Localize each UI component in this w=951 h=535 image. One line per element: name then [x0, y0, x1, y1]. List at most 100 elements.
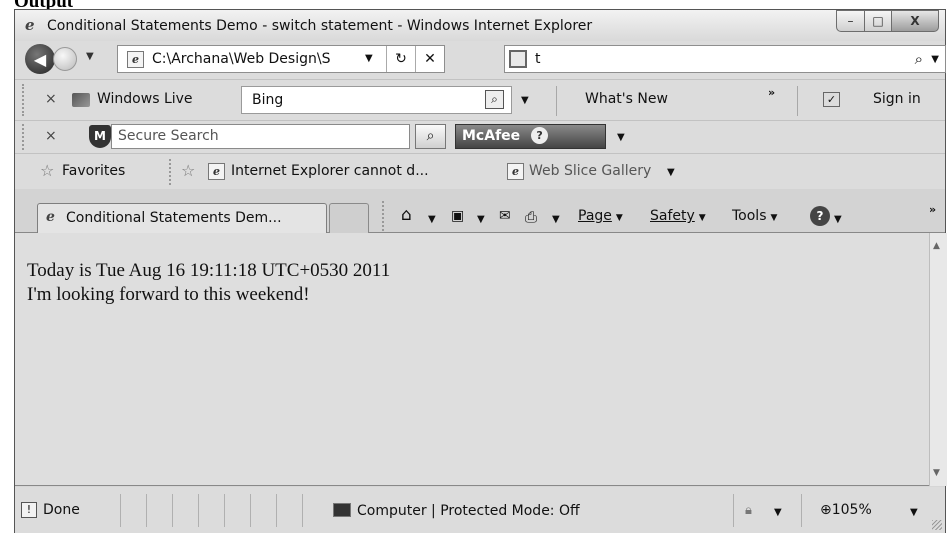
favorite-link-web-slice-gallery[interactable]: Web Slice Gallery [529, 163, 651, 179]
search-icon[interactable]: ⌕ [915, 50, 923, 68]
tools-menu-label: Tools [732, 208, 767, 224]
help-button[interactable]: ? [810, 206, 830, 226]
home-dropdown-icon[interactable]: ▼ [428, 214, 436, 225]
vertical-scrollbar[interactable]: ▲ ▼ [929, 233, 947, 486]
toolbar-separator [797, 86, 798, 116]
print-icon[interactable]: ⎙ [525, 208, 537, 226]
windows-live-toolbar: × Windows Live Bing ⌕ ▼ What's New » ✓ S… [15, 79, 945, 120]
zoom-icon: ⊕ [820, 502, 832, 518]
safety-menu[interactable]: Safety ▼ [650, 208, 706, 224]
status-divider [250, 494, 251, 527]
page-menu[interactable]: Page ▼ [578, 208, 623, 224]
windows-live-icon [72, 93, 90, 107]
date-text: Today is Tue Aug 16 19:11:18 UTC+0530 20… [27, 260, 391, 281]
scroll-up-arrow-icon[interactable]: ▲ [933, 241, 940, 251]
back-button[interactable]: ◀ [25, 44, 55, 74]
favorites-bar: ☆ Favorites ☆ e Internet Explorer cannot… [15, 153, 945, 189]
safety-menu-label: Safety [650, 208, 695, 224]
zoom-dropdown-icon[interactable]: ▼ [910, 507, 918, 518]
tools-menu-dropdown-icon: ▼ [770, 213, 778, 223]
address-field[interactable]: e C:\Archana\Web Design\S ▼ ↻ ✕ [117, 45, 445, 73]
status-divider [733, 494, 734, 527]
more-commands-chevron-icon[interactable]: » [929, 203, 936, 216]
status-divider [198, 494, 199, 527]
feeds-icon[interactable]: ▣ [451, 208, 464, 224]
status-divider [172, 494, 173, 527]
toolbar-grip[interactable] [22, 124, 25, 150]
close-toolbar-icon[interactable]: × [45, 91, 57, 107]
new-tab-button[interactable] [329, 203, 369, 233]
mcafee-brand-button[interactable]: McAfee ? [455, 124, 606, 149]
search-field[interactable]: t ⌕ ▼ [504, 45, 946, 73]
search-input[interactable]: t [535, 51, 541, 67]
close-button[interactable]: X [892, 10, 939, 32]
bing-search-field[interactable]: Bing [241, 86, 512, 114]
forward-button[interactable] [53, 47, 77, 71]
safety-menu-dropdown-icon: ▼ [698, 213, 706, 223]
toolbar-grip[interactable] [22, 84, 25, 116]
computer-zone-icon [333, 503, 351, 517]
mcafee-dropdown-icon[interactable]: ▼ [617, 132, 625, 143]
recent-pages-dropdown-icon[interactable]: ▼ [86, 51, 94, 62]
address-input[interactable]: C:\Archana\Web Design\S [152, 51, 348, 67]
toolbar-grip[interactable] [169, 159, 172, 185]
page-icon: e [507, 163, 524, 180]
status-text: Done [43, 502, 80, 518]
page-icon: e [208, 163, 225, 180]
help-dropdown-icon[interactable]: ▼ [834, 214, 842, 225]
refresh-button[interactable]: ↻ [386, 46, 415, 72]
search-provider-icon[interactable] [509, 50, 527, 68]
message-text: I'm looking forward to this weekend! [27, 284, 310, 305]
tools-menu[interactable]: Tools ▼ [732, 208, 777, 224]
maximize-button[interactable]: □ [865, 10, 892, 32]
page-menu-dropdown-icon: ▼ [615, 213, 623, 223]
address-dropdown-icon[interactable]: ▼ [365, 53, 373, 64]
favorite-link-ie-cannot-display[interactable]: Internet Explorer cannot d... [231, 163, 429, 179]
status-divider [276, 494, 277, 527]
status-divider [801, 494, 802, 527]
favorites-button[interactable]: Favorites [62, 163, 125, 179]
tab-row: e Conditional Statements Dem... ⌂ ▼ ▣ ▼ … [15, 189, 945, 233]
secure-search-field[interactable]: Secure Search [111, 124, 410, 149]
minimize-button[interactable]: – [836, 10, 865, 32]
home-icon[interactable]: ⌂ [401, 205, 412, 225]
mcafee-shield-icon[interactable]: M [89, 125, 111, 148]
bing-search-input[interactable]: Bing [252, 92, 283, 108]
browser-window: e Conditional Statements Demo - switch s… [14, 9, 947, 533]
feeds-dropdown-icon[interactable]: ▼ [477, 214, 485, 225]
secure-search-button[interactable]: ⌕ [415, 124, 446, 149]
print-dropdown-icon[interactable]: ▼ [552, 214, 560, 225]
status-bar: ! Done Computer | Protected Mode: Off 🔒︎… [15, 487, 945, 533]
page-content: Today is Tue Aug 16 19:11:18 UTC+0530 20… [15, 233, 947, 486]
windows-live-label[interactable]: Windows Live [97, 91, 193, 107]
whats-new-link[interactable]: What's New [585, 91, 668, 107]
search-options-dropdown-icon[interactable]: ▼ [931, 54, 939, 65]
tab-label: Conditional Statements Dem... [66, 210, 282, 226]
ie-tab-icon: e [46, 209, 55, 225]
page-status-icon: ! [21, 502, 37, 518]
security-zone-text[interactable]: Computer | Protected Mode: Off [357, 503, 580, 519]
bing-search-icon[interactable]: ⌕ [485, 90, 504, 109]
protected-mode-icon[interactable]: 🔒︎ [745, 503, 752, 518]
more-chevron-icon[interactable]: » [768, 86, 775, 99]
add-to-favorites-icon[interactable]: ☆ [181, 161, 195, 180]
scroll-down-arrow-icon[interactable]: ▼ [933, 468, 940, 478]
checkbox-icon[interactable]: ✓ [823, 92, 840, 107]
sign-in-link[interactable]: Sign in [873, 91, 921, 107]
address-bar-row: ◀ ▼ e C:\Archana\Web Design\S ▼ ↻ ✕ t ⌕ … [15, 41, 946, 79]
mcafee-toolbar: × M Secure Search ⌕ McAfee ? ▼ [15, 120, 945, 153]
ie-logo-icon: e [25, 16, 35, 34]
zoom-level[interactable]: ⊕105% [820, 502, 872, 518]
help-icon[interactable]: ? [531, 127, 549, 144]
security-dropdown-icon[interactable]: ▼ [774, 507, 782, 518]
favorites-star-icon: ☆ [40, 161, 55, 180]
secure-search-input[interactable]: Secure Search [118, 128, 219, 144]
bing-options-dropdown-icon[interactable]: ▼ [521, 95, 529, 106]
close-toolbar-icon[interactable]: × [45, 128, 57, 144]
resize-grip-icon[interactable] [932, 520, 942, 530]
web-slice-dropdown-icon[interactable]: ▼ [667, 167, 675, 178]
mail-icon[interactable]: ✉ [499, 208, 511, 224]
stop-button[interactable]: ✕ [415, 46, 444, 72]
tab-active[interactable]: e Conditional Statements Dem... [37, 203, 327, 233]
command-bar-grip[interactable] [382, 201, 385, 231]
